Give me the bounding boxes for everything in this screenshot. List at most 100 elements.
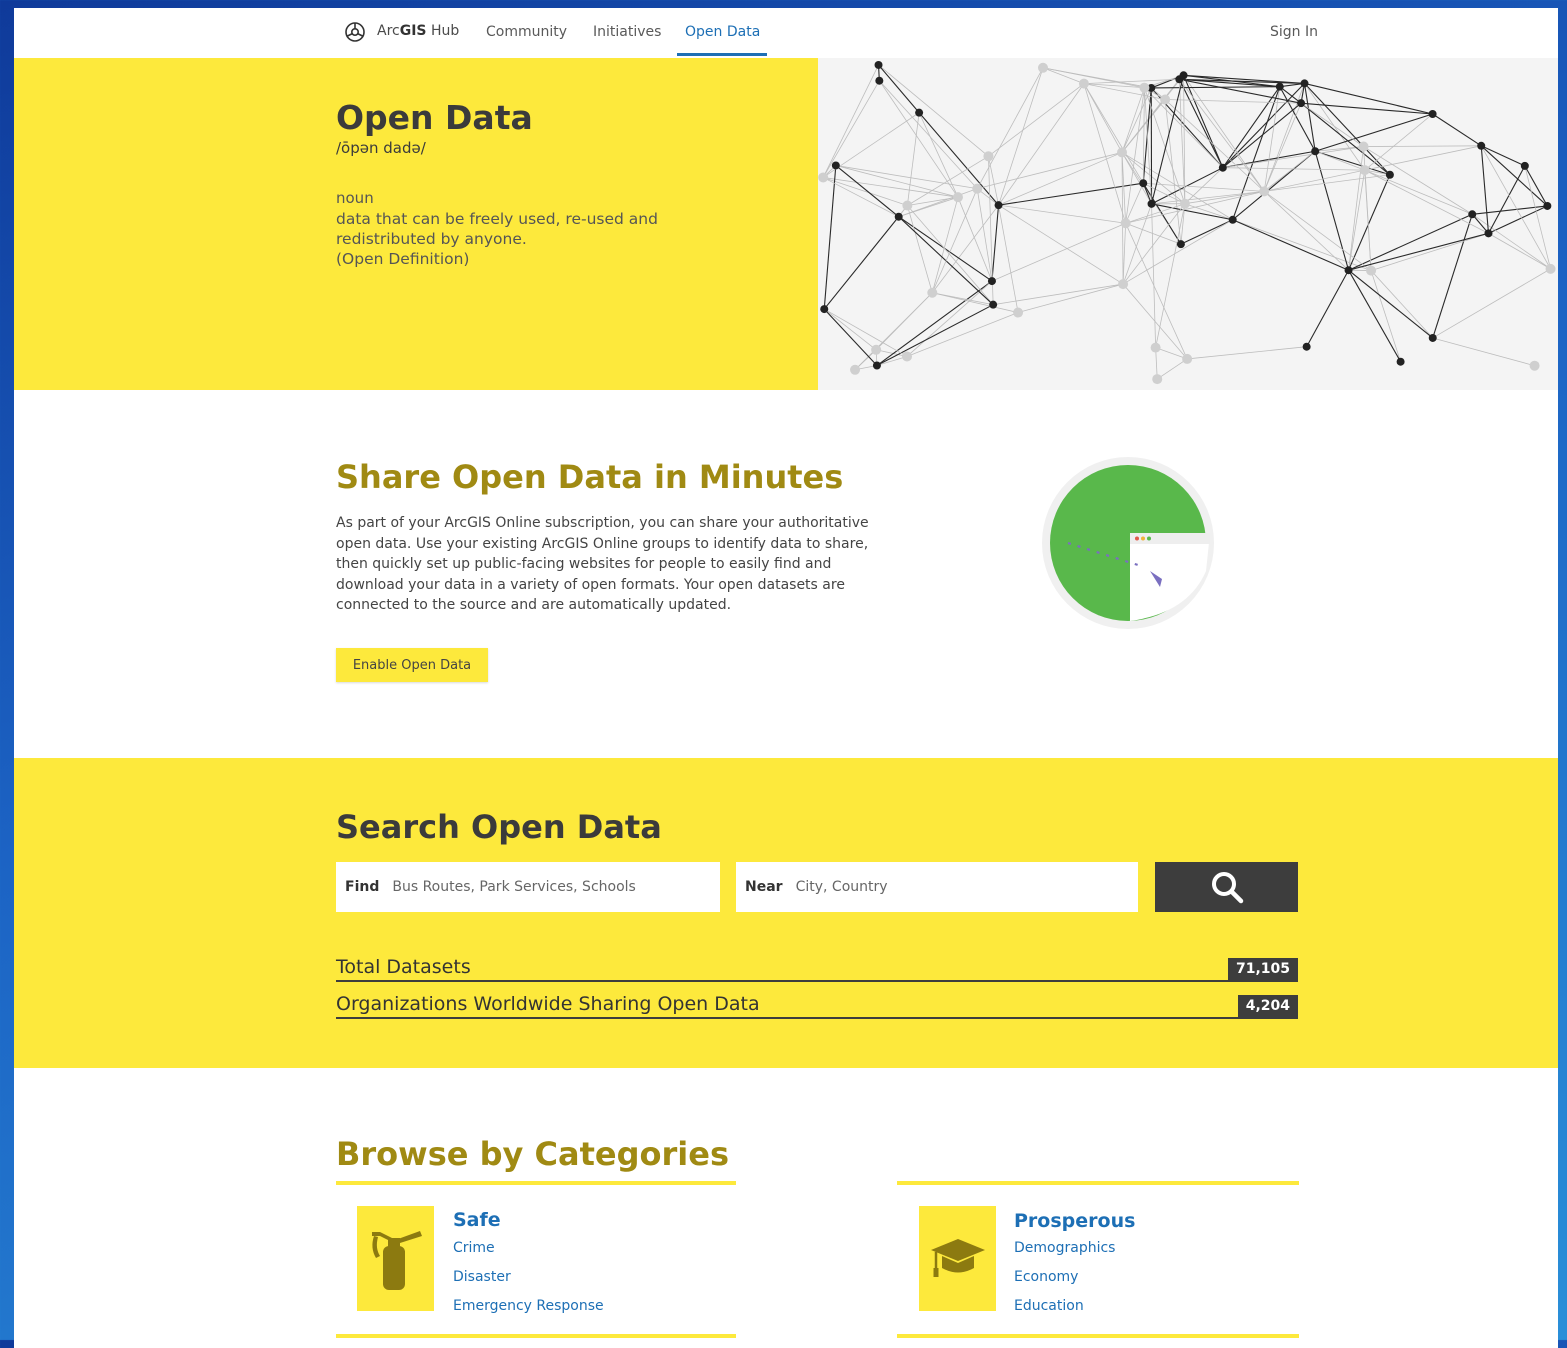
network-node <box>1429 110 1437 118</box>
network-edge <box>1152 168 1223 204</box>
find-field[interactable]: Find <box>336 862 720 912</box>
network-edge <box>1488 233 1550 269</box>
category-heading-prosperous[interactable]: Prosperous <box>1014 1210 1135 1232</box>
network-edge <box>1043 68 1084 84</box>
category-link-demographics[interactable]: Demographics <box>1014 1240 1115 1256</box>
network-edge <box>836 165 977 188</box>
network-node <box>818 172 828 182</box>
search-button[interactable] <box>1155 862 1298 912</box>
network-graph-image <box>818 58 1558 390</box>
network-node <box>1180 199 1190 209</box>
network-node <box>1546 264 1556 274</box>
find-input[interactable] <box>390 878 720 896</box>
find-label: Find <box>345 879 379 895</box>
network-edge <box>1184 75 1265 191</box>
near-input[interactable] <box>794 878 1138 896</box>
category-link-education[interactable]: Education <box>1014 1298 1084 1314</box>
network-edge <box>1143 183 1264 191</box>
category-tile-safe[interactable] <box>357 1206 434 1311</box>
category-link-disaster[interactable]: Disaster <box>453 1269 511 1285</box>
network-edge <box>1152 204 1156 348</box>
network-node <box>1219 164 1227 172</box>
network-edge <box>1365 170 1489 233</box>
network-edge <box>1481 146 1525 166</box>
network-edge <box>836 165 899 216</box>
network-node <box>1366 266 1376 276</box>
sign-in-link[interactable]: Sign In <box>1270 24 1318 40</box>
network-edge <box>1349 270 1401 361</box>
network-edge <box>1187 347 1306 359</box>
network-edge <box>824 309 907 356</box>
network-node <box>1182 354 1192 364</box>
network-edge <box>823 177 907 205</box>
category-divider <box>336 1181 736 1185</box>
definition-line: redistributed by anyone. <box>336 229 696 249</box>
network-node <box>1530 361 1540 371</box>
network-edge <box>1157 359 1187 379</box>
network-node <box>1359 142 1369 152</box>
network-node <box>1177 240 1185 248</box>
network-edge <box>992 223 1126 281</box>
category-link-economy[interactable]: Economy <box>1014 1269 1078 1285</box>
network-edge <box>1301 103 1433 114</box>
hero-title: Open Data <box>336 98 533 137</box>
enable-open-data-button[interactable]: Enable Open Data <box>336 648 488 682</box>
network-node <box>1139 179 1147 187</box>
network-edge <box>932 197 958 293</box>
network-edge <box>1156 204 1185 348</box>
share-data-illustration <box>1038 453 1218 633</box>
network-node <box>1151 343 1161 353</box>
network-edge <box>877 305 993 366</box>
network-edge <box>824 309 877 365</box>
network-node <box>1429 334 1437 342</box>
nav-link-community[interactable]: Community <box>486 24 567 40</box>
network-node <box>850 365 860 375</box>
network-node <box>871 345 881 355</box>
category-tile-prosperous[interactable] <box>919 1206 996 1311</box>
stat-total-datasets: Total Datasets 71,105 <box>336 950 1298 982</box>
network-edge <box>932 189 977 293</box>
network-edge <box>999 205 1126 223</box>
network-edge <box>1365 170 1472 214</box>
network-node <box>820 305 828 313</box>
network-edge <box>823 81 879 178</box>
nav-link-open-data[interactable]: Open Data <box>685 24 760 40</box>
network-node <box>1543 202 1551 210</box>
description-line: As part of your ArcGIS Online subscripti… <box>336 513 906 534</box>
network-edge <box>1084 84 1143 184</box>
network-node <box>902 200 912 210</box>
network-node <box>1397 358 1405 366</box>
network-edge <box>1364 147 1473 215</box>
network-node <box>1160 95 1170 105</box>
arcgis-hub-logo-icon[interactable] <box>344 21 366 43</box>
network-node <box>1139 83 1149 93</box>
definition-line[interactable]: (Open Definition) <box>336 249 696 269</box>
network-edge <box>1481 146 1488 234</box>
network-edge <box>988 84 1084 157</box>
near-field[interactable]: Near <box>736 862 1138 912</box>
network-lines <box>823 65 1550 379</box>
hero-part-of-speech: noun <box>336 189 374 207</box>
network-node <box>988 277 996 285</box>
nav-link-initiatives[interactable]: Initiatives <box>593 24 661 40</box>
stat-label: Organizations Worldwide Sharing Open Dat… <box>336 993 760 1015</box>
network-node <box>1148 200 1156 208</box>
network-node <box>1521 162 1529 170</box>
network-edge <box>958 197 992 281</box>
category-link-emergency-response[interactable]: Emergency Response <box>453 1298 604 1314</box>
hero-phonetic: /ōpən dadə/ <box>336 139 426 157</box>
near-label: Near <box>745 879 783 895</box>
network-node <box>1477 142 1485 150</box>
network-node <box>1468 210 1476 218</box>
search-icon <box>1209 869 1245 905</box>
network-edge <box>1179 79 1264 191</box>
network-node <box>902 351 912 361</box>
network-node <box>1301 79 1309 87</box>
network-edge <box>1481 146 1550 269</box>
network-edge <box>1488 166 1524 233</box>
network-edge <box>824 217 898 309</box>
brand-name[interactable]: ArcGIS Hub <box>377 23 459 39</box>
category-link-crime[interactable]: Crime <box>453 1240 495 1256</box>
category-heading-safe[interactable]: Safe <box>453 1209 501 1231</box>
network-node <box>873 362 881 370</box>
